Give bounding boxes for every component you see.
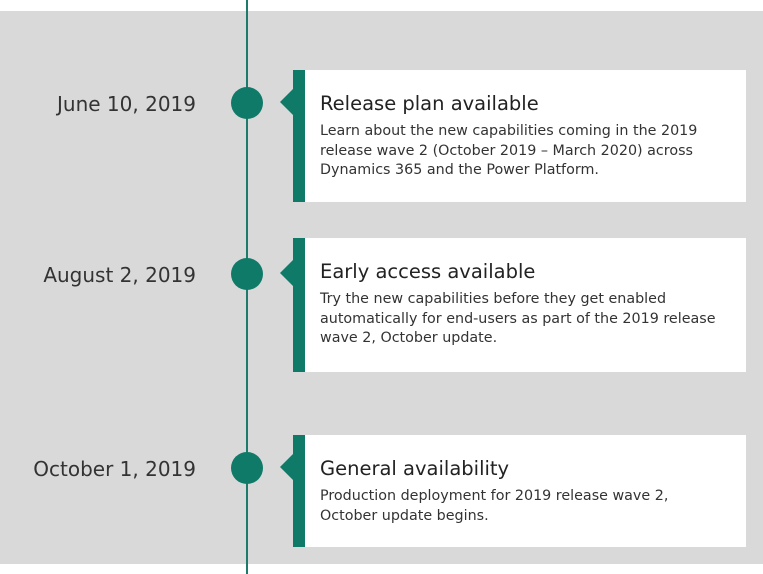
milestone-date: June 10, 2019 [57,92,196,116]
milestone-dot [231,258,263,290]
milestone-description: Production deployment for 2019 release w… [320,488,669,524]
milestone-title: Release plan available [320,92,539,115]
milestone-dot [231,452,263,484]
milestone-description: Try the new capabilities before they get… [320,291,716,346]
card-pointer [280,260,293,286]
card-pointer [280,454,293,480]
milestone-description: Learn about the new capabilities coming … [320,123,698,178]
milestone-date: October 1, 2019 [33,457,196,481]
card-pointer [280,89,293,115]
milestone-title: Early access available [320,260,536,283]
milestone-dot [231,87,263,119]
milestone-card: Release plan available Learn about the n… [293,70,746,202]
milestone-card: General availability Production deployme… [293,435,746,547]
milestone-card: Early access available Try the new capab… [293,238,746,372]
milestone-title: General availability [320,457,510,480]
milestone-date: August 2, 2019 [43,263,196,287]
